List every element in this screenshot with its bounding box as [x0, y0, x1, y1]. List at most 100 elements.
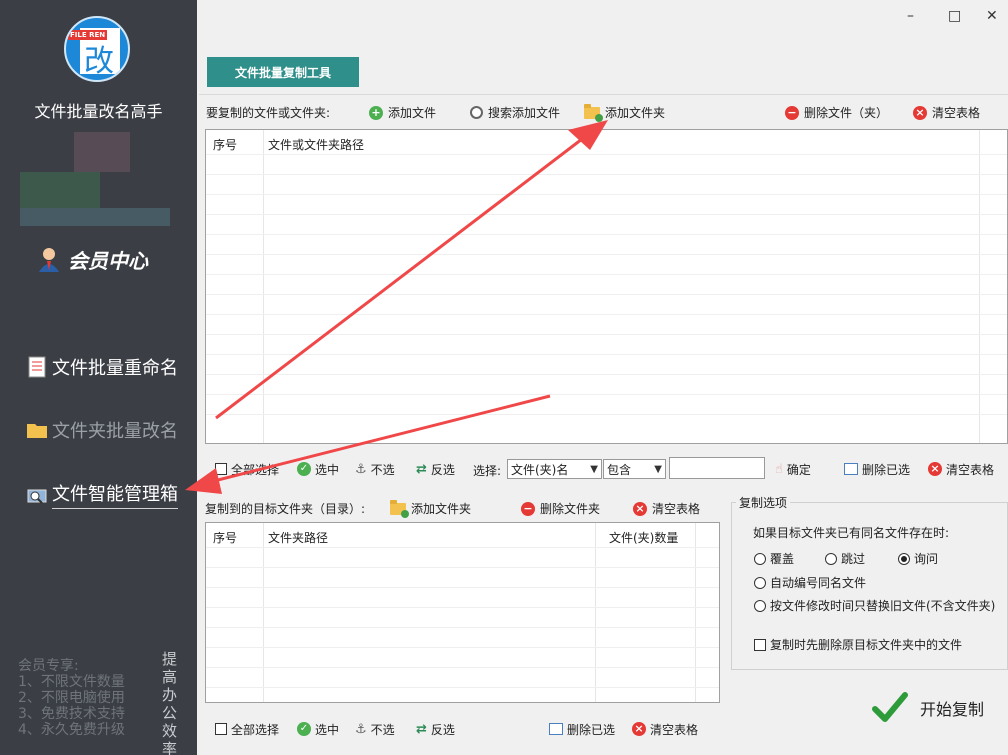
delete-selected-button[interactable]: 删除已选 [840, 458, 915, 480]
member-center-label: 会员中心 [68, 248, 148, 273]
close-icon [632, 722, 646, 736]
column-header-index: 序号 [213, 531, 238, 545]
radio-circle [754, 599, 766, 612]
clear-label: 清空表格 [946, 462, 995, 477]
tool-tab-batch-copy[interactable]: 文件批量复制工具 [207, 57, 359, 87]
target-add-folder-label: 添加文件夹 [411, 502, 472, 516]
nav-label: 文件夹批量改名 [52, 421, 178, 442]
target-clear-table-button[interactable]: 清空表格 [633, 500, 700, 517]
nav-folder-batch-rename[interactable]: 文件夹批量改名 [26, 417, 178, 443]
bottom-invert-button[interactable]: ⇄ 反选 [412, 718, 459, 740]
close-button[interactable]: ✕ [986, 8, 998, 24]
maximize-button[interactable]: □ [948, 8, 961, 24]
add-icon [369, 105, 383, 120]
bottom-unselect-button[interactable]: ⚓ 不选 [351, 718, 399, 740]
checkbox-box [215, 723, 227, 735]
radio-skip[interactable]: 跳过 [825, 550, 865, 567]
bottom-clear-table-button[interactable]: 清空表格 [628, 718, 703, 740]
close-icon [633, 501, 647, 516]
select-all-checkbox[interactable]: 全部选择 [211, 458, 284, 480]
unselect-label: 不选 [370, 722, 395, 737]
invert-button[interactable]: ⇄ 反选 [412, 458, 459, 480]
radio-label: 按文件修改时间只替换旧文件(不含文件夹) [770, 599, 996, 613]
delete-files-button[interactable]: 删除文件（夹） [785, 104, 888, 121]
radio-label: 自动编号同名文件 [770, 576, 867, 590]
clear-table-button-filter[interactable]: 清空表格 [924, 458, 999, 480]
user-info-blurred [74, 132, 130, 172]
radio-circle [825, 552, 837, 565]
nav-file-batch-rename[interactable]: 文件批量重命名 [26, 354, 178, 380]
hand-icon: ☝ [775, 461, 783, 477]
user-info-blurred-3 [20, 208, 170, 226]
window-delete-icon [844, 463, 858, 475]
radio-auto-number[interactable]: 自动编号同名文件 [754, 574, 866, 591]
slogan: 提高办公效率 [162, 650, 178, 755]
field-select[interactable]: 文件(夹)名 ▼ [507, 459, 602, 479]
target-add-folder-button[interactable]: 添加文件夹 [390, 499, 472, 518]
big-check-icon [872, 690, 908, 726]
add-file-button[interactable]: 添加文件 [369, 104, 436, 121]
radio-replace-older[interactable]: 按文件修改时间只替换旧文件(不含文件夹) [754, 597, 995, 614]
bottom-delete-selected-button[interactable]: 删除已选 [545, 718, 620, 740]
member-icon [36, 246, 62, 272]
confirm-button[interactable]: ☝ 确定 [771, 458, 815, 480]
target-delete-folder-label: 删除文件夹 [540, 502, 601, 516]
member-promo: 会员专享: 1、不限文件数量 2、不限电脑使用 3、免费技术支持 4、永久免费升… [18, 658, 125, 738]
radio-label: 覆盖 [770, 552, 795, 566]
nav-label: 文件批量重命名 [52, 358, 178, 379]
filter-input[interactable] [669, 457, 765, 479]
choose-label: 选择: [473, 464, 502, 478]
nav-file-smart-manager[interactable]: 文件智能管理箱 [26, 480, 178, 509]
document-icon [26, 356, 48, 378]
radio-label: 跳过 [841, 552, 866, 566]
member-center[interactable]: 会员中心 [36, 244, 148, 274]
select-all-label: 全部选择 [231, 722, 280, 737]
radio-circle-selected [898, 552, 910, 565]
bottom-select-all-checkbox[interactable]: 全部选择 [211, 718, 284, 740]
target-table[interactable]: 序号 文件夹路径 文件(夹)数量 [205, 522, 720, 703]
column-header-count: 文件(夹)数量 [609, 531, 679, 545]
minus-icon [785, 105, 799, 120]
start-copy-button[interactable]: 开始复制 [872, 690, 984, 726]
column-header-folder-path: 文件夹路径 [268, 531, 329, 545]
add-folder-button[interactable]: 添加文件夹 [584, 103, 666, 122]
radio-ask[interactable]: 询问 [898, 550, 938, 567]
invert-label: 反选 [430, 722, 455, 737]
close-icon [913, 105, 927, 120]
clear-label: 清空表格 [932, 106, 981, 120]
checkbox-box [754, 638, 766, 651]
promo-line: 1、不限文件数量 [18, 674, 125, 690]
shuffle-icon: ⇄ [416, 461, 427, 477]
target-delete-folder-button[interactable]: 删除文件夹 [521, 500, 600, 517]
radio-overwrite[interactable]: 覆盖 [754, 550, 794, 567]
promo-line: 2、不限电脑使用 [18, 690, 125, 706]
mode-select[interactable]: 包含 ▼ [603, 459, 666, 479]
minimize-button[interactable]: – [907, 8, 914, 24]
copy-options-title: 复制选项 [736, 494, 791, 511]
app-logo: FILE REN 改 [64, 16, 130, 82]
shuffle-icon: ⇄ [416, 721, 427, 737]
anchor-icon: ⚓ [355, 461, 367, 477]
chevron-down-icon: ▼ [654, 463, 662, 475]
sidebar: FILE REN 改 文件批量改名高手 会员中心 文件批量重命名 文件夹批量改名… [0, 0, 197, 755]
delete-selected-label: 删除已选 [862, 462, 911, 477]
close-icon [928, 462, 942, 476]
window-delete-icon [549, 723, 563, 735]
radio-label: 询问 [914, 552, 939, 566]
check-icon: ✓ [297, 722, 311, 736]
promo-line: 4、永久免费升级 [18, 722, 125, 738]
clear-source-table-button[interactable]: 清空表格 [913, 104, 980, 121]
unselect-button[interactable]: ⚓ 不选 [351, 458, 399, 480]
search-add-file-button[interactable]: 搜索添加文件 [470, 104, 560, 121]
add-folder-label: 添加文件夹 [605, 106, 666, 120]
radio-circle [754, 576, 766, 589]
select-button[interactable]: ✓ 选中 [293, 458, 344, 480]
bottom-select-button[interactable]: ✓ 选中 [293, 718, 344, 740]
promo-line: 3、免费技术支持 [18, 706, 125, 722]
checkbox-delete-before-copy[interactable]: 复制时先删除原目标文件夹中的文件 [754, 636, 962, 653]
target-label: 复制到的目标文件夹（目录）: [205, 502, 366, 516]
source-table[interactable]: 序号 文件或文件夹路径 [205, 129, 1008, 444]
app-title: 文件批量改名高手 [34, 102, 163, 121]
folder-add-icon [584, 103, 603, 122]
nav-label: 文件智能管理箱 [52, 480, 178, 509]
